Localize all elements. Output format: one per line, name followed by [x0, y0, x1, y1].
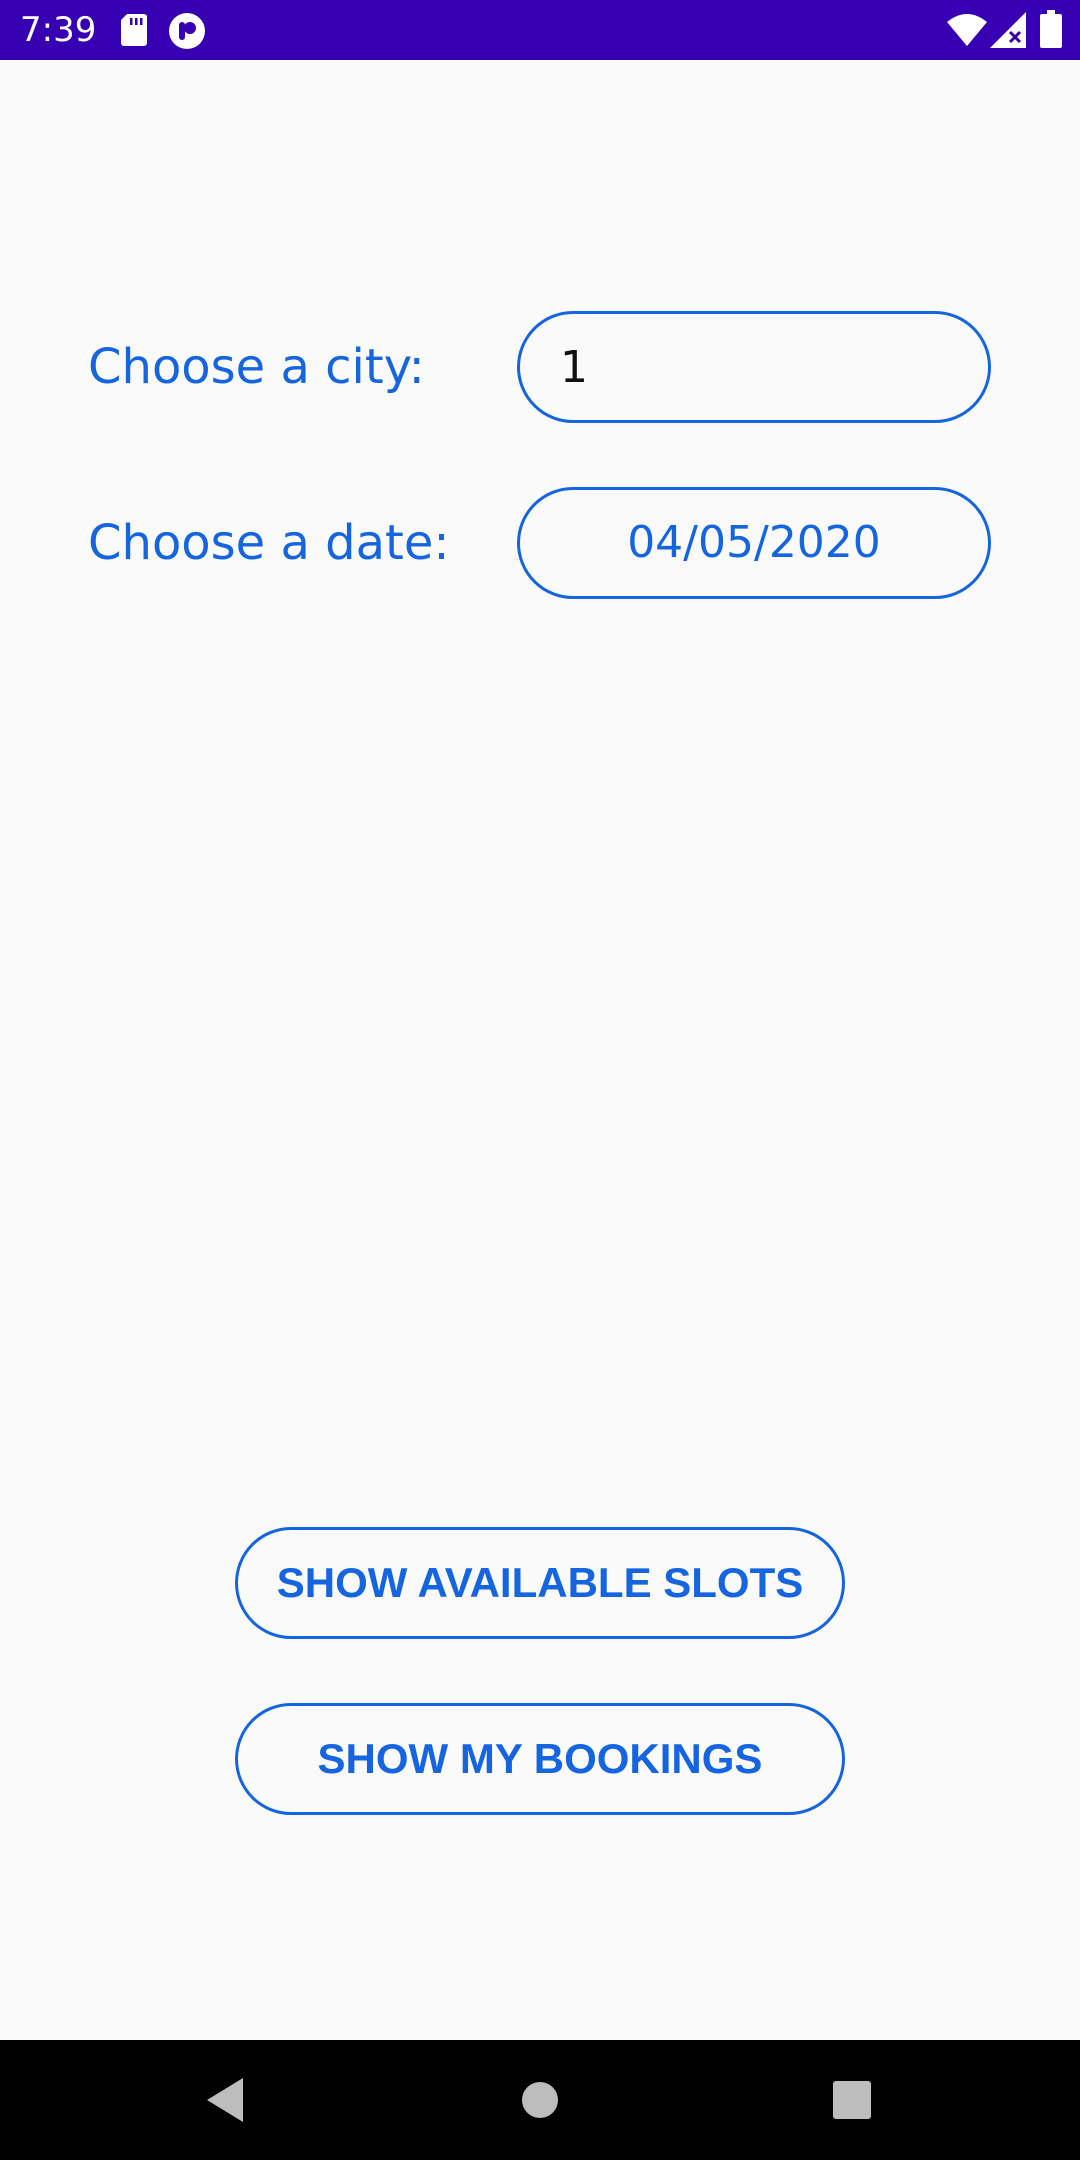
status-bar: 7:39: [0, 0, 1080, 60]
home-icon[interactable]: [510, 2070, 570, 2130]
date-value[interactable]: 04/05/2020: [520, 490, 988, 596]
wifi-icon: [947, 14, 987, 46]
navigation-bar: [0, 2040, 1080, 2160]
date-label: Choose a date:: [88, 515, 450, 571]
city-field[interactable]: [517, 311, 991, 423]
date-picker-field[interactable]: 04/05/2020: [517, 487, 991, 599]
app-notification-icon: [169, 13, 205, 49]
sd-card-icon: [121, 14, 147, 46]
city-input[interactable]: [520, 314, 988, 420]
city-label: Choose a city:: [88, 339, 425, 395]
status-time: 7:39: [20, 10, 97, 50]
recents-icon[interactable]: [822, 2070, 882, 2130]
show-my-bookings-button[interactable]: SHOW MY BOOKINGS: [235, 1703, 845, 1815]
battery-icon: [1040, 10, 1062, 48]
back-icon[interactable]: [195, 2070, 255, 2130]
signal-icon: [990, 12, 1026, 48]
show-available-slots-button[interactable]: SHOW AVAILABLE SLOTS: [235, 1527, 845, 1639]
